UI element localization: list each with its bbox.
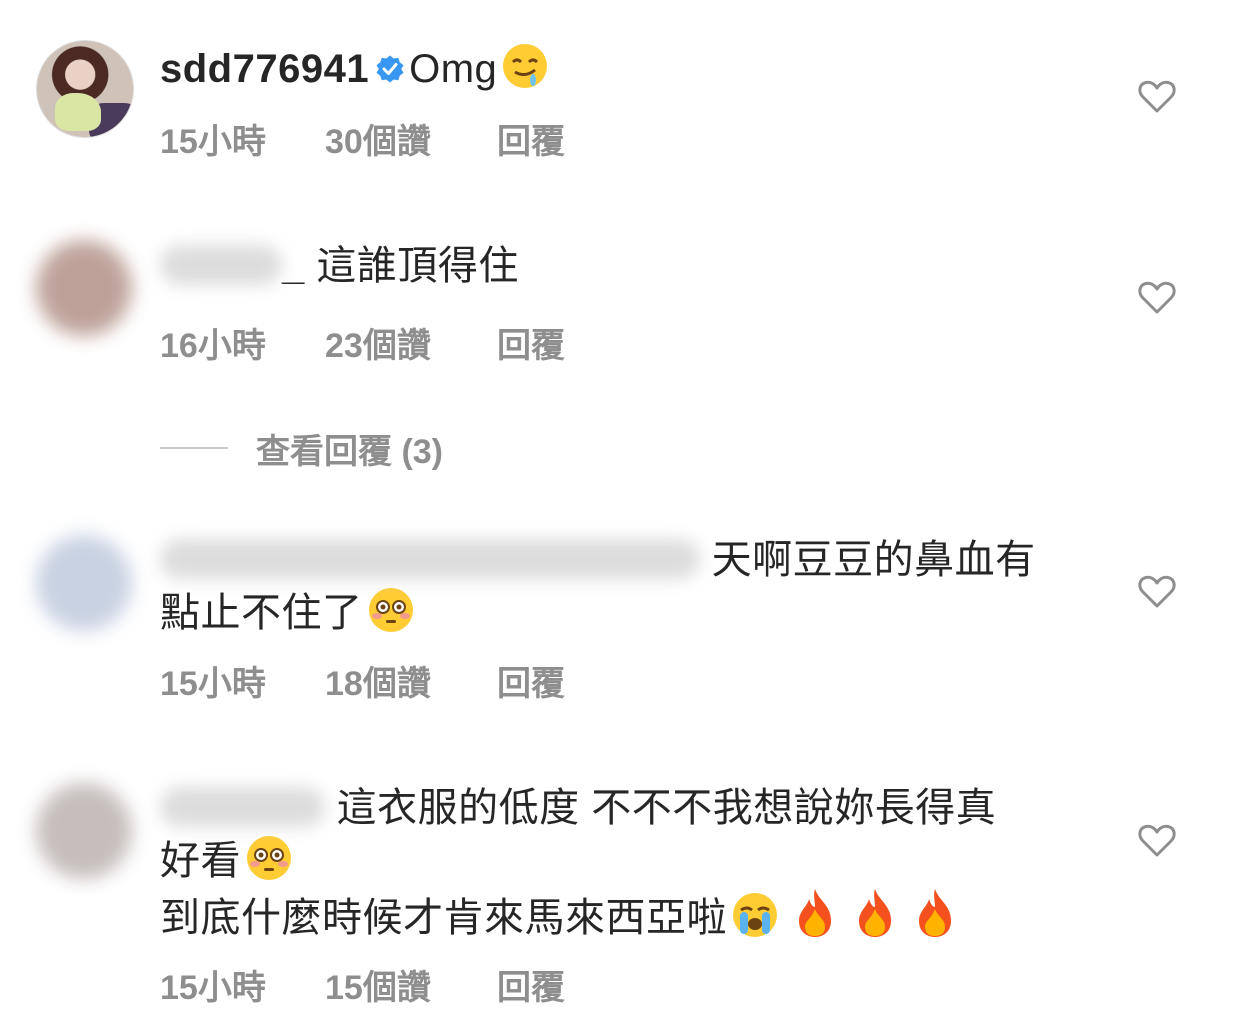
- avatar[interactable]: [36, 535, 132, 631]
- reply-button[interactable]: 回覆: [497, 656, 565, 705]
- comment-time: 16小時: [160, 327, 266, 365]
- redacted-username[interactable]: [160, 539, 700, 579]
- verified-badge-icon: [376, 55, 404, 83]
- view-replies-button[interactable]: 查看回覆 (3): [160, 428, 443, 471]
- comment-body-line-1: 天啊豆豆的鼻血有: [711, 538, 1036, 582]
- fire-emoji-icon: [919, 889, 951, 937]
- likes-count[interactable]: 15個讚: [325, 960, 497, 1009]
- divider-line: [160, 447, 228, 449]
- comment-body: Omg: [409, 47, 498, 91]
- comment-meta: 15小時 30個讚 回覆: [160, 114, 565, 163]
- avatar[interactable]: [36, 40, 134, 138]
- comment-time: 15小時: [160, 123, 266, 161]
- username-suffix: _: [282, 244, 305, 288]
- comment-time: 15小時: [160, 969, 266, 1007]
- reply-button[interactable]: 回覆: [497, 318, 565, 367]
- comment-body-line-2: 好看: [160, 839, 241, 883]
- heart-outline-icon[interactable]: [1138, 824, 1176, 858]
- comment-text: 這衣服的低度 不不不我想說妳長得真 好看 到底什麼時候才肯來馬來西亞啦: [160, 784, 1092, 942]
- comment-body-line-2: 點止不住了: [160, 591, 363, 635]
- comment-time: 15小時: [160, 665, 266, 703]
- flushed-face-emoji-icon: [247, 836, 291, 880]
- redacted-username[interactable]: [160, 245, 282, 285]
- comment-text: sdd776941 Omg: [160, 42, 1092, 93]
- comment-meta: 15小時 15個讚 回覆: [160, 960, 565, 1009]
- comment-body: 這誰頂得住: [316, 244, 519, 288]
- comment-meta: 16小時 23個讚 回覆: [160, 318, 565, 367]
- comment-text: 天啊豆豆的鼻血有 點止不住了: [160, 536, 1092, 637]
- likes-count[interactable]: 18個讚: [325, 656, 497, 705]
- comment-body-line-1: 這衣服的低度 不不不我想說妳長得真: [336, 786, 997, 830]
- comment-text: _ 這誰頂得住: [160, 242, 1092, 290]
- drooling-face-emoji-icon: [503, 44, 548, 88]
- heart-outline-icon[interactable]: [1138, 575, 1176, 609]
- comment-meta: 15小時 18個讚 回覆: [160, 656, 565, 705]
- comment-body-line-3: 到底什麼時候才肯來馬來西亞啦: [160, 896, 727, 940]
- reply-button[interactable]: 回覆: [497, 960, 565, 1009]
- likes-count[interactable]: 23個讚: [325, 318, 497, 367]
- reply-button[interactable]: 回覆: [497, 114, 565, 163]
- flushed-face-emoji-icon: [368, 588, 413, 632]
- redacted-username[interactable]: [160, 787, 325, 827]
- likes-count[interactable]: 30個讚: [325, 114, 497, 163]
- fire-emoji-icon: [859, 889, 891, 937]
- username[interactable]: sdd776941: [160, 47, 369, 91]
- avatar[interactable]: [36, 783, 132, 879]
- view-replies-label: 查看回覆 (3): [256, 432, 443, 471]
- fire-emoji-icon: [799, 889, 831, 937]
- heart-outline-icon[interactable]: [1138, 281, 1176, 315]
- heart-outline-icon[interactable]: [1138, 80, 1176, 114]
- avatar[interactable]: [36, 240, 132, 336]
- loudly-crying-face-emoji-icon: [733, 893, 777, 937]
